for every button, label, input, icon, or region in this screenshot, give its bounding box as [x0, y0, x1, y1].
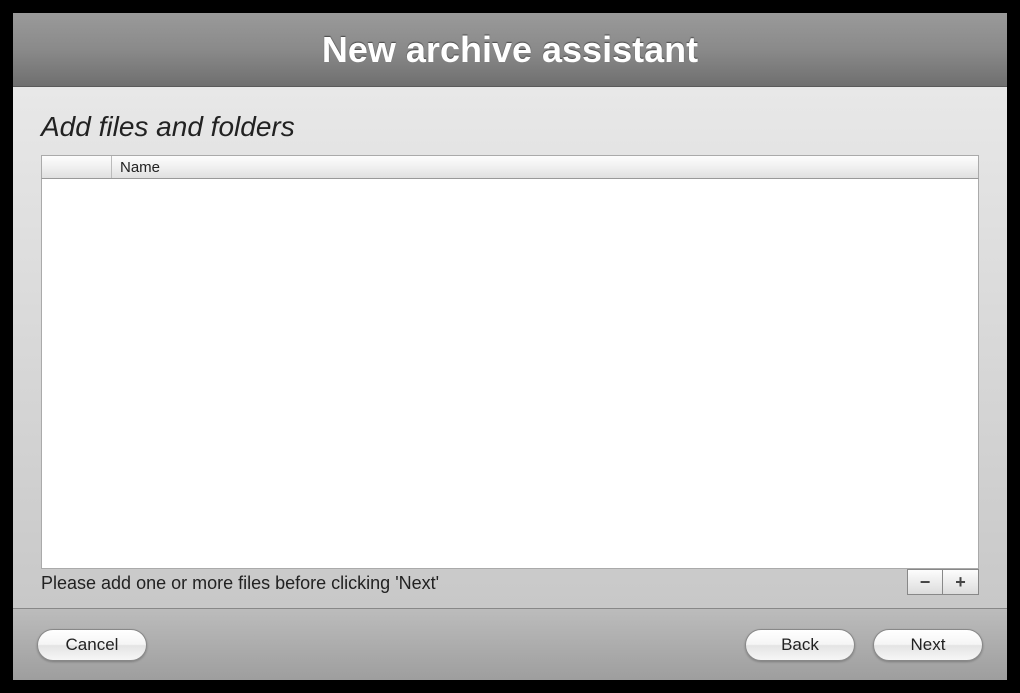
file-list: Name: [41, 155, 979, 569]
assistant-window: New archive assistant Add files and fold…: [13, 13, 1007, 680]
section-subtitle: Add files and folders: [41, 111, 979, 143]
page-title: New archive assistant: [322, 29, 698, 71]
titlebar: New archive assistant: [13, 13, 1007, 87]
content-area: Add files and folders Name − + Please ad…: [13, 87, 1007, 608]
column-icon[interactable]: [42, 156, 112, 178]
footer: Cancel Back Next: [13, 608, 1007, 680]
table-header: Name: [41, 155, 979, 179]
next-button[interactable]: Next: [873, 629, 983, 661]
table-body[interactable]: [41, 179, 979, 569]
cancel-button[interactable]: Cancel: [37, 629, 147, 661]
back-button[interactable]: Back: [745, 629, 855, 661]
hint-text: Please add one or more files before clic…: [41, 573, 979, 594]
footer-right: Back Next: [745, 629, 983, 661]
column-name[interactable]: Name: [112, 156, 978, 178]
